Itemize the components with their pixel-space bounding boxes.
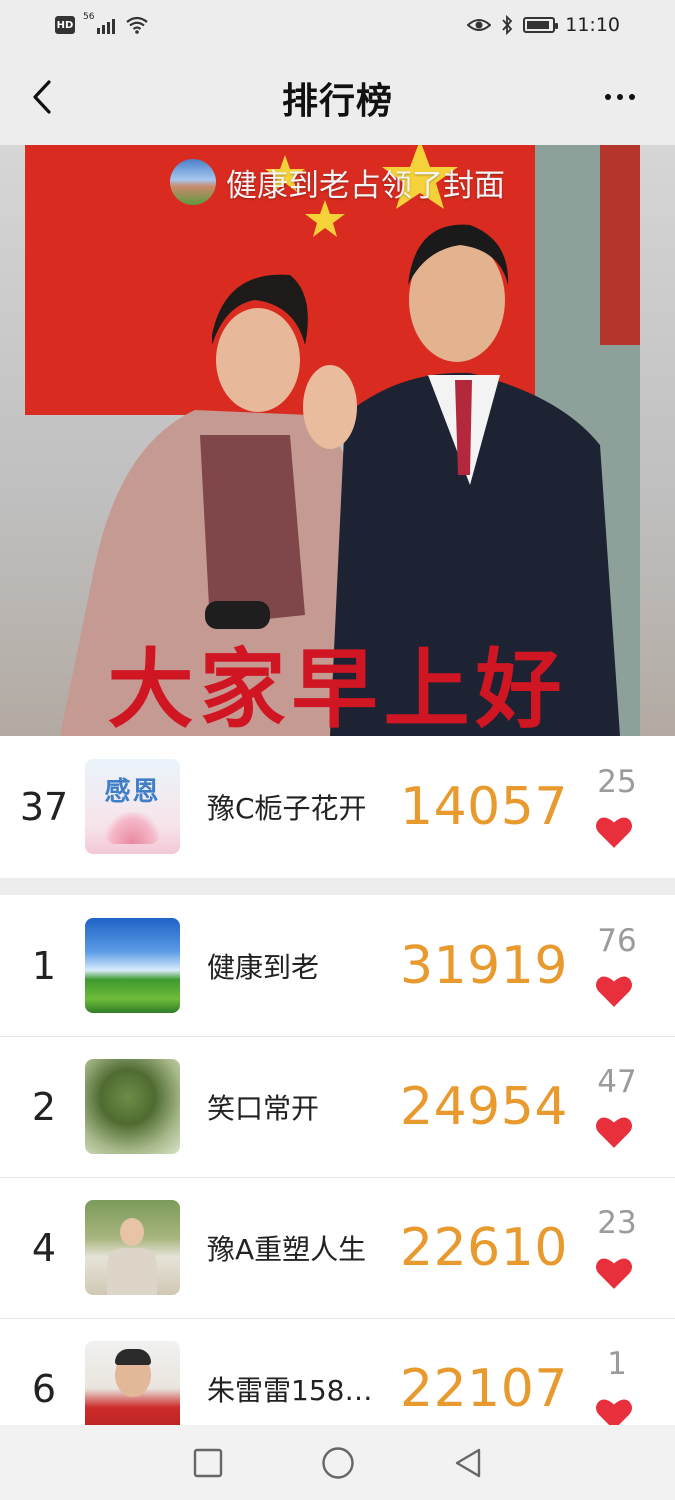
more-dot [605, 94, 611, 100]
chevron-left-icon [33, 80, 51, 114]
clock: 11:10 [565, 14, 620, 36]
recent-apps-button[interactable] [188, 1443, 228, 1483]
circle-icon [321, 1446, 354, 1479]
more-dot [629, 94, 635, 100]
back-button[interactable] [22, 75, 62, 119]
status-left: HD 56 [55, 12, 149, 35]
avatar-text: 感恩 [104, 777, 161, 807]
more-dot [617, 94, 623, 100]
man-waving-hand [303, 365, 357, 449]
user-name-text: 豫A重塑人生 [207, 1232, 367, 1266]
cover-owner-avatar[interactable] [170, 159, 216, 205]
user-avatar[interactable] [85, 918, 180, 1013]
page-title: 排行榜 [281, 80, 393, 122]
battery-icon [523, 17, 559, 33]
heart-icon[interactable] [595, 1255, 633, 1291]
user-avatar[interactable]: 感恩 [85, 759, 180, 854]
wifi-icon [126, 16, 148, 34]
ranking-screen: HD 56 11:10 排行榜 健康到老占领了封面 大家早上好 37 感恩 豫C… [0, 0, 675, 1500]
rank-number: 2 [31, 1084, 57, 1129]
status-right: 11:10 [467, 14, 620, 36]
cover-owner: 健康到老占领了封面 [0, 159, 675, 205]
network-label: 56 [83, 12, 95, 22]
avatar-body [107, 1248, 157, 1295]
square-icon [193, 1448, 222, 1477]
step-count: 31919 [400, 935, 568, 996]
rank-number: 1 [31, 943, 57, 988]
eye-icon [467, 19, 492, 31]
user-avatar[interactable] [85, 1200, 180, 1295]
user-name-text: 豫C栀子花开 [207, 792, 367, 825]
user-name: 豫A重塑人生 [207, 1177, 387, 1318]
heart-icon[interactable] [595, 1114, 633, 1150]
avatar-head [120, 1218, 144, 1246]
cover-greeting-text: 大家早上好 [107, 640, 568, 736]
cell-signal-icon: 56 [83, 12, 115, 34]
user-name-text: 健康到老 [207, 950, 320, 984]
lotus-icon [105, 812, 160, 844]
bluetooth-icon [502, 15, 513, 35]
user-name: 健康到老 [207, 895, 387, 1036]
nav-bar: 排行榜 [0, 50, 675, 145]
user-name-text: 笑口常开 [207, 1091, 320, 1125]
more-button[interactable] [595, 80, 645, 114]
rank-number: 37 [19, 785, 69, 829]
heart-icon[interactable] [595, 814, 633, 850]
rank-number: 4 [31, 1225, 57, 1270]
cover-owner-caption: 健康到老占领了封面 [226, 167, 505, 204]
woman-dress [200, 435, 305, 625]
step-count: 14057 [400, 777, 568, 837]
system-back-button[interactable] [448, 1443, 488, 1483]
system-nav-bar [0, 1425, 675, 1500]
user-avatar[interactable] [85, 1341, 180, 1436]
ranking-row[interactable]: 1 健康到老 31919 76 [0, 895, 675, 1036]
woman-face [216, 308, 300, 412]
user-avatar[interactable] [85, 1059, 180, 1154]
step-count: 22610 [400, 1217, 568, 1278]
like-count: 1 [607, 1346, 627, 1382]
home-button[interactable] [318, 1443, 358, 1483]
user-name-text: 朱雷雷1583... [207, 1373, 387, 1407]
user-name: 笑口常开 [207, 1036, 387, 1177]
like-count: 25 [597, 764, 637, 800]
like-count: 76 [597, 923, 637, 959]
status-bar: HD 56 11:10 [0, 0, 675, 50]
heart-icon[interactable] [595, 973, 633, 1009]
hd-icon: HD [55, 16, 75, 34]
ranking-row[interactable]: 4 豫A重塑人生 22610 23 [0, 1177, 675, 1318]
like-count: 47 [597, 1064, 637, 1100]
ranking-row[interactable]: 2 笑口常开 24954 47 [0, 1036, 675, 1177]
my-rank-row[interactable]: 37 感恩 豫C栀子花开 14057 25 [0, 736, 675, 878]
avatar-hair [115, 1349, 151, 1365]
like-count: 23 [597, 1205, 637, 1241]
battery-fill [527, 21, 549, 29]
cover-image[interactable]: 健康到老占领了封面 大家早上好 [0, 145, 675, 736]
triangle-back-icon [455, 1448, 480, 1477]
user-name: 豫C栀子花开 [207, 736, 387, 878]
ranking-list: 1 健康到老 31919 76 2 笑口常开 24954 47 4 豫A重塑人生… [0, 895, 675, 1459]
step-count: 24954 [400, 1076, 568, 1137]
